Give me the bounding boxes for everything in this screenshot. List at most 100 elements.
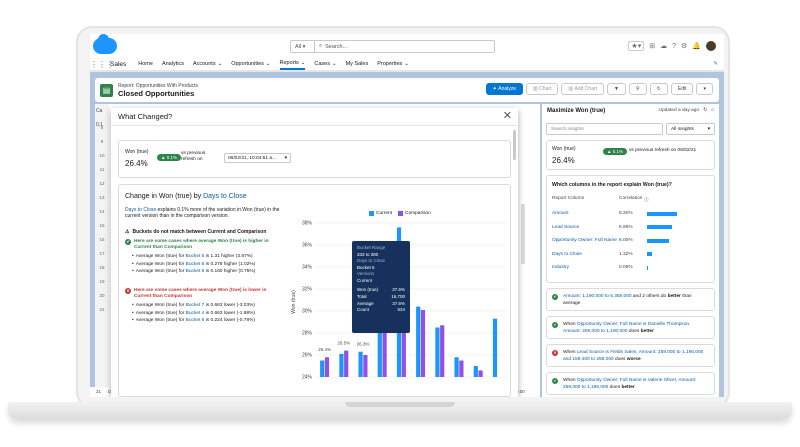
- chevron-down-icon[interactable]: ⌄: [301, 60, 306, 66]
- row-number: 14: [99, 208, 105, 214]
- list-item: Average Won (true) for Bucket 4 is 0.663…: [132, 310, 285, 318]
- row-numbers: 8 9 10 11 12 13 14 15 16 17 18 19 20 21: [95, 104, 109, 397]
- column-link[interactable]: Amount: [552, 211, 619, 216]
- days-to-close-link[interactable]: Days to Close: [203, 193, 247, 200]
- correlation-value: 0.09%: [619, 265, 633, 270]
- list-item: Average Won (true) for Bucket 6 is 0.278…: [132, 261, 285, 269]
- nav-cases[interactable]: Cases ⌄: [314, 58, 336, 70]
- info-icon[interactable]: ⓘ: [644, 196, 649, 203]
- y-tick-label: 36%: [302, 243, 313, 249]
- more-actions-button[interactable]: ▾: [696, 83, 713, 95]
- screen: All ▾ ⌕ Search... ★▾ ⊞ ☁ ? ⚙ 🔔 ⋮⋮⋮ Sales …: [90, 34, 724, 397]
- column-link[interactable]: Opportunity Owner: Full Name: [552, 238, 619, 243]
- global-search[interactable]: All ▾ ⌕ Search...: [290, 40, 495, 53]
- nav-my-sales[interactable]: My Sales: [346, 58, 369, 70]
- favorites-icon[interactable]: ★▾: [628, 41, 645, 51]
- insights-title: Maximize Won (true): [547, 108, 606, 114]
- nav-properties[interactable]: Properties ⌄: [377, 58, 409, 70]
- correlation-bar: [647, 265, 648, 270]
- chart-bar: [473, 366, 478, 377]
- metric-change-badge: ▲ 0.1%: [157, 154, 181, 161]
- refresh-icon[interactable]: ↻: [703, 108, 707, 113]
- refresh-button[interactable]: ↻: [649, 83, 668, 95]
- metric-label: Won (true): [125, 149, 149, 155]
- bucket-link[interactable]: Bucket 6: [186, 262, 205, 267]
- trailhead-icon[interactable]: ☁: [660, 42, 667, 50]
- chart-bar: [358, 351, 363, 377]
- check-icon: ✔: [552, 321, 558, 328]
- insight-card[interactable]: ✔ When Opportunity Owner: Full Name is Va…: [546, 372, 715, 395]
- chevron-down-icon[interactable]: ⌄: [266, 61, 271, 67]
- nav-home[interactable]: Home: [138, 58, 153, 70]
- chart-bar: [440, 325, 445, 377]
- home-icon[interactable]: ⌂: [711, 108, 714, 113]
- row-number: 11: [99, 166, 105, 172]
- correlation-value: 6.00%: [619, 238, 633, 243]
- bucket-link[interactable]: Bucket 4: [186, 311, 205, 316]
- add-icon[interactable]: ⊞: [649, 42, 655, 50]
- chart-bar: [454, 357, 459, 377]
- higher-group: ✔ Here are some cases where average Won (…: [125, 239, 285, 276]
- chevron-down-icon[interactable]: ⌄: [218, 61, 223, 67]
- row-number: 21: [99, 306, 105, 312]
- chevron-down-icon: ▾: [703, 86, 706, 92]
- bucket-link[interactable]: Bucket 5: [186, 254, 205, 259]
- pin-button[interactable]: ⚲: [628, 83, 647, 95]
- check-icon: ✔: [125, 239, 131, 245]
- modal-title: What Changed?: [118, 112, 173, 121]
- nav-analytics[interactable]: Analytics: [162, 58, 184, 70]
- app-launcher-icon[interactable]: ⋮⋮⋮: [90, 60, 114, 69]
- bucket-link[interactable]: Bucket 8: [186, 269, 205, 274]
- row-number: 20: [99, 292, 105, 298]
- column-link[interactable]: Days to Close: [552, 252, 619, 257]
- laptop-notch: [345, 402, 455, 407]
- column-link[interactable]: Lead Source: [552, 225, 619, 230]
- insight-card[interactable]: ✔ Amount: 1,190,000 to 5,358,000 and 2 ot…: [546, 288, 715, 311]
- bucket-link[interactable]: Bucket 6: [186, 318, 205, 323]
- edit-button[interactable]: Edit: [670, 83, 694, 95]
- chart-button[interactable]: ▥ Chart: [526, 83, 559, 95]
- insight-card[interactable]: ✔ When Opportunity Owner: Full Name is Da…: [546, 316, 715, 339]
- correlation-bar: [647, 225, 673, 229]
- avatar[interactable]: [706, 41, 716, 51]
- bucket-link[interactable]: Bucket 7: [186, 303, 205, 308]
- bell-icon[interactable]: 🔔: [692, 42, 701, 50]
- edit-nav-icon[interactable]: ✎: [713, 61, 718, 67]
- insight-card[interactable]: ✕ When Lead Source is Fields Sales, Amoun…: [546, 344, 715, 367]
- row-number: 15: [99, 222, 105, 228]
- help-icon[interactable]: ?: [672, 43, 676, 50]
- close-icon[interactable]: ✕: [503, 109, 512, 122]
- chart-bar: [339, 353, 344, 377]
- lower-group: ✕ Here are some cases where average Won (…: [125, 288, 285, 325]
- correlation-row: Opportunity Owner: Full Name 6.00%: [552, 238, 669, 243]
- row-number: 10: [99, 152, 105, 158]
- add-chart-button[interactable]: ▥ Add Chart: [561, 83, 605, 95]
- insights-panel: Maximize Won (true) Updated a day ago ↻ ⌂ …: [542, 104, 719, 397]
- search-input[interactable]: Search...: [325, 44, 347, 50]
- filter-button[interactable]: ▼: [607, 83, 626, 95]
- updated-text: Updated a day ago: [658, 108, 700, 113]
- nav-opportunities[interactable]: Opportunities ⌄: [231, 58, 270, 70]
- analyze-button[interactable]: ✦ Analyze: [485, 83, 524, 95]
- modal-scrollbar[interactable]: [513, 130, 516, 160]
- y-tick-label: 24%: [302, 375, 313, 381]
- nav-accounts[interactable]: Accounts ⌄: [193, 58, 222, 70]
- insights-filter-select[interactable]: All insights ▾: [666, 123, 715, 135]
- chevron-down-icon[interactable]: ⌄: [404, 61, 409, 67]
- salesforce-logo-icon: [93, 34, 117, 54]
- page-title: Closed Opportunities: [118, 88, 195, 98]
- gear-icon[interactable]: ⚙: [681, 42, 687, 50]
- search-scope-select[interactable]: All ▾: [291, 41, 315, 52]
- insights-search-input[interactable]: Search insights: [546, 123, 663, 135]
- row-number: 16: [99, 236, 105, 242]
- change-card-title: Change in Won (true) by Days to Close: [125, 193, 247, 200]
- chevron-down-icon[interactable]: ⌄: [332, 61, 337, 67]
- column-link[interactable]: Industry: [552, 265, 619, 270]
- table-scrollbar[interactable]: [521, 204, 525, 264]
- nav-reports[interactable]: Reports ⌄: [279, 58, 306, 70]
- chart-icon: ▥: [568, 86, 574, 92]
- close-circle-icon: ✕: [125, 288, 131, 294]
- y-tick-label: 26%: [302, 353, 313, 359]
- data-label: 26.3%: [357, 342, 370, 347]
- date-select[interactable]: 06/02/21, 10:04:51 a... ▾: [224, 153, 291, 163]
